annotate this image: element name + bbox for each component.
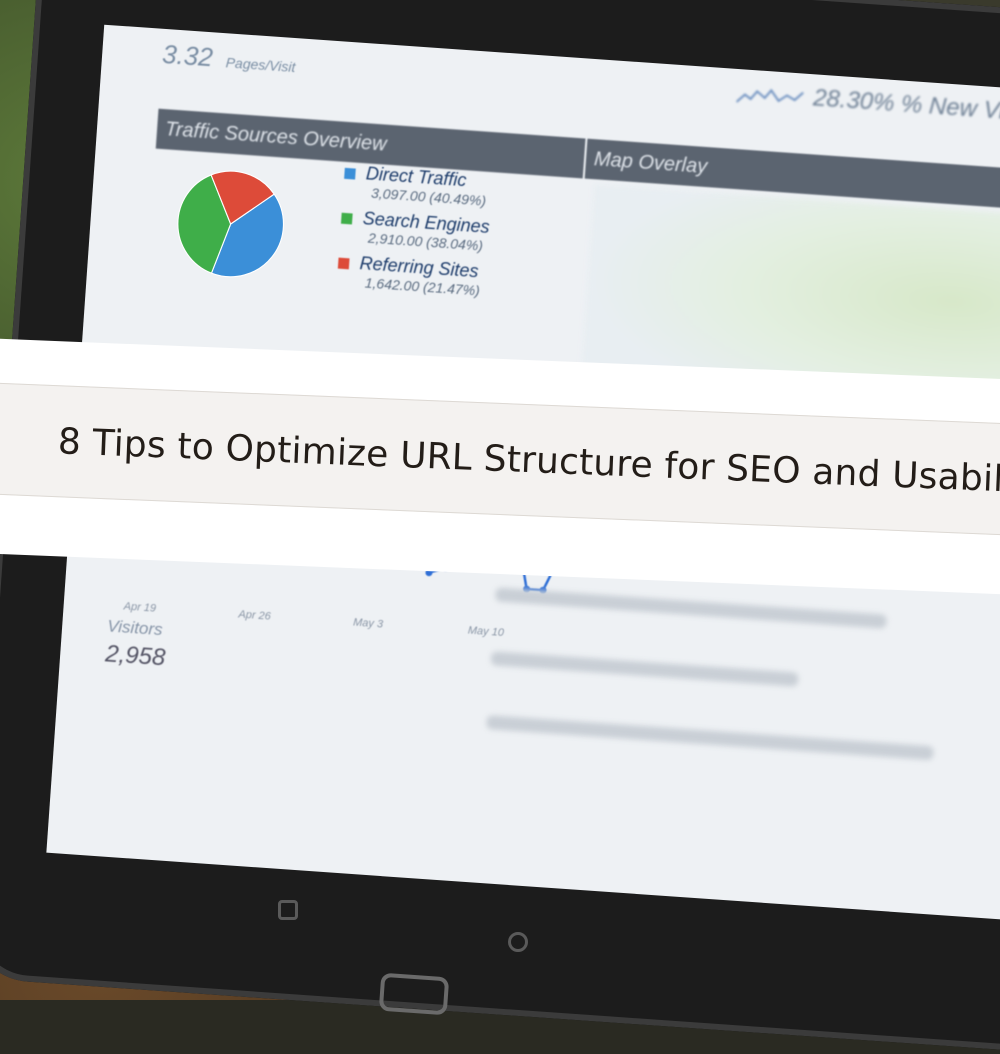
x-tick-label: May 3 — [353, 617, 385, 631]
search-icon — [27, 417, 29, 463]
traffic-legend: Direct Traffic 3,097.00 (40.49%) Search … — [336, 162, 494, 307]
pages-visit-value: 3.32 — [161, 38, 214, 73]
visitors-value: 2,958 — [104, 640, 167, 672]
new-visits-label: % New Visits — [900, 90, 1000, 128]
new-visits-stat: 28.30% % New Visits — [735, 79, 1000, 128]
visitors-label: Visitors — [106, 616, 164, 640]
traffic-pie-chart — [177, 170, 284, 278]
legend-swatch — [340, 212, 353, 225]
table-row — [486, 715, 934, 761]
table-row — [494, 587, 887, 629]
title-banner: 8 Tips to Optimize URL Structure for SEO… — [0, 338, 1000, 596]
sparkline-icon — [735, 88, 804, 103]
back-button[interactable] — [278, 900, 298, 920]
pages-visit-label: Pages/Visit — [225, 54, 296, 76]
recent-apps-button[interactable] — [508, 932, 528, 952]
legend-swatch — [337, 257, 350, 270]
legend-item-search: Search Engines 2,910.00 (38.04%) — [340, 207, 490, 254]
visitors-stat: Visitors 2,958 — [104, 616, 168, 672]
article-title: 8 Tips to Optimize URL Structure for SEO… — [57, 420, 1000, 502]
legend-item-referring: Referring Sites 1,642.00 (21.47%) — [336, 252, 487, 299]
new-visits-value: 28.30% — [812, 84, 896, 117]
legend-swatch — [344, 168, 356, 180]
x-tick-label: Apr 26 — [237, 608, 272, 622]
home-button[interactable] — [378, 972, 450, 1016]
table-row — [490, 651, 799, 687]
pages-visit-stat: 3.32 Pages/Visit — [161, 39, 296, 79]
search-bar[interactable]: 8 Tips to Optimize URL Structure for SEO… — [0, 382, 1000, 536]
x-tick-label: Apr 19 — [122, 600, 156, 614]
